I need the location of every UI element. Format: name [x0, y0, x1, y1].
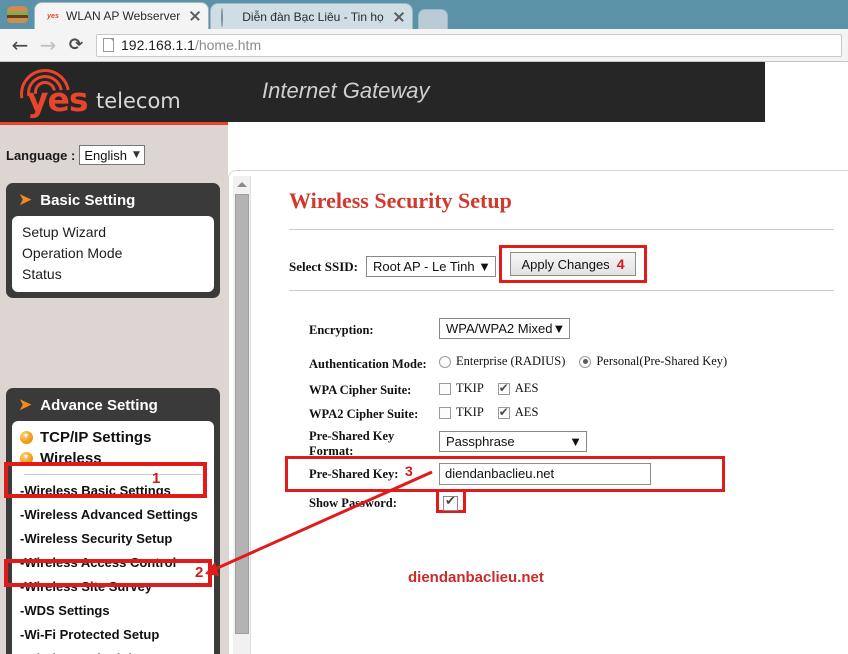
close-icon[interactable]	[392, 10, 406, 24]
page-document-icon	[103, 38, 114, 52]
url-text: 192.168.1.1/home.htm	[121, 37, 262, 53]
browser-tab-2-title: Diễn đàn Bạc Liêu - Tin họ	[242, 9, 384, 24]
hamburger-bookmark-icon	[0, 0, 34, 29]
browser-tab-2[interactable]: Diễn đàn Bạc Liêu - Tin họ	[210, 3, 413, 29]
web-page: yes telecom Internet Gateway Language : …	[0, 62, 848, 654]
browser-tab-1-title: WLAN AP Webserver	[66, 9, 181, 23]
tabstrip-empty-area	[448, 0, 848, 29]
annotation-arrow	[205, 470, 433, 576]
back-arrow-icon: ←	[11, 33, 29, 57]
back-button[interactable]: ←	[6, 32, 34, 58]
globe-favicon-icon	[221, 7, 237, 27]
address-bar[interactable]: 192.168.1.1/home.htm	[96, 33, 842, 57]
yes-logo-favicon-icon: yes	[47, 12, 59, 20]
forward-button[interactable]: →	[34, 32, 62, 58]
reload-icon: ⟳	[68, 35, 84, 55]
close-icon[interactable]	[188, 9, 202, 23]
reload-button[interactable]: ⟳	[62, 32, 90, 58]
browser-toolbar: ← → ⟳ 192.168.1.1/home.htm	[0, 29, 848, 62]
forward-arrow-icon: →	[39, 33, 57, 57]
browser-tab-1[interactable]: yes WLAN AP Webserver	[34, 2, 210, 29]
browser-chrome: yes WLAN AP Webserver Diễn đàn Bạc Liêu …	[0, 0, 848, 62]
browser-tabstrip: yes WLAN AP Webserver Diễn đàn Bạc Liêu …	[0, 0, 848, 29]
new-tab-button[interactable]	[417, 9, 448, 29]
